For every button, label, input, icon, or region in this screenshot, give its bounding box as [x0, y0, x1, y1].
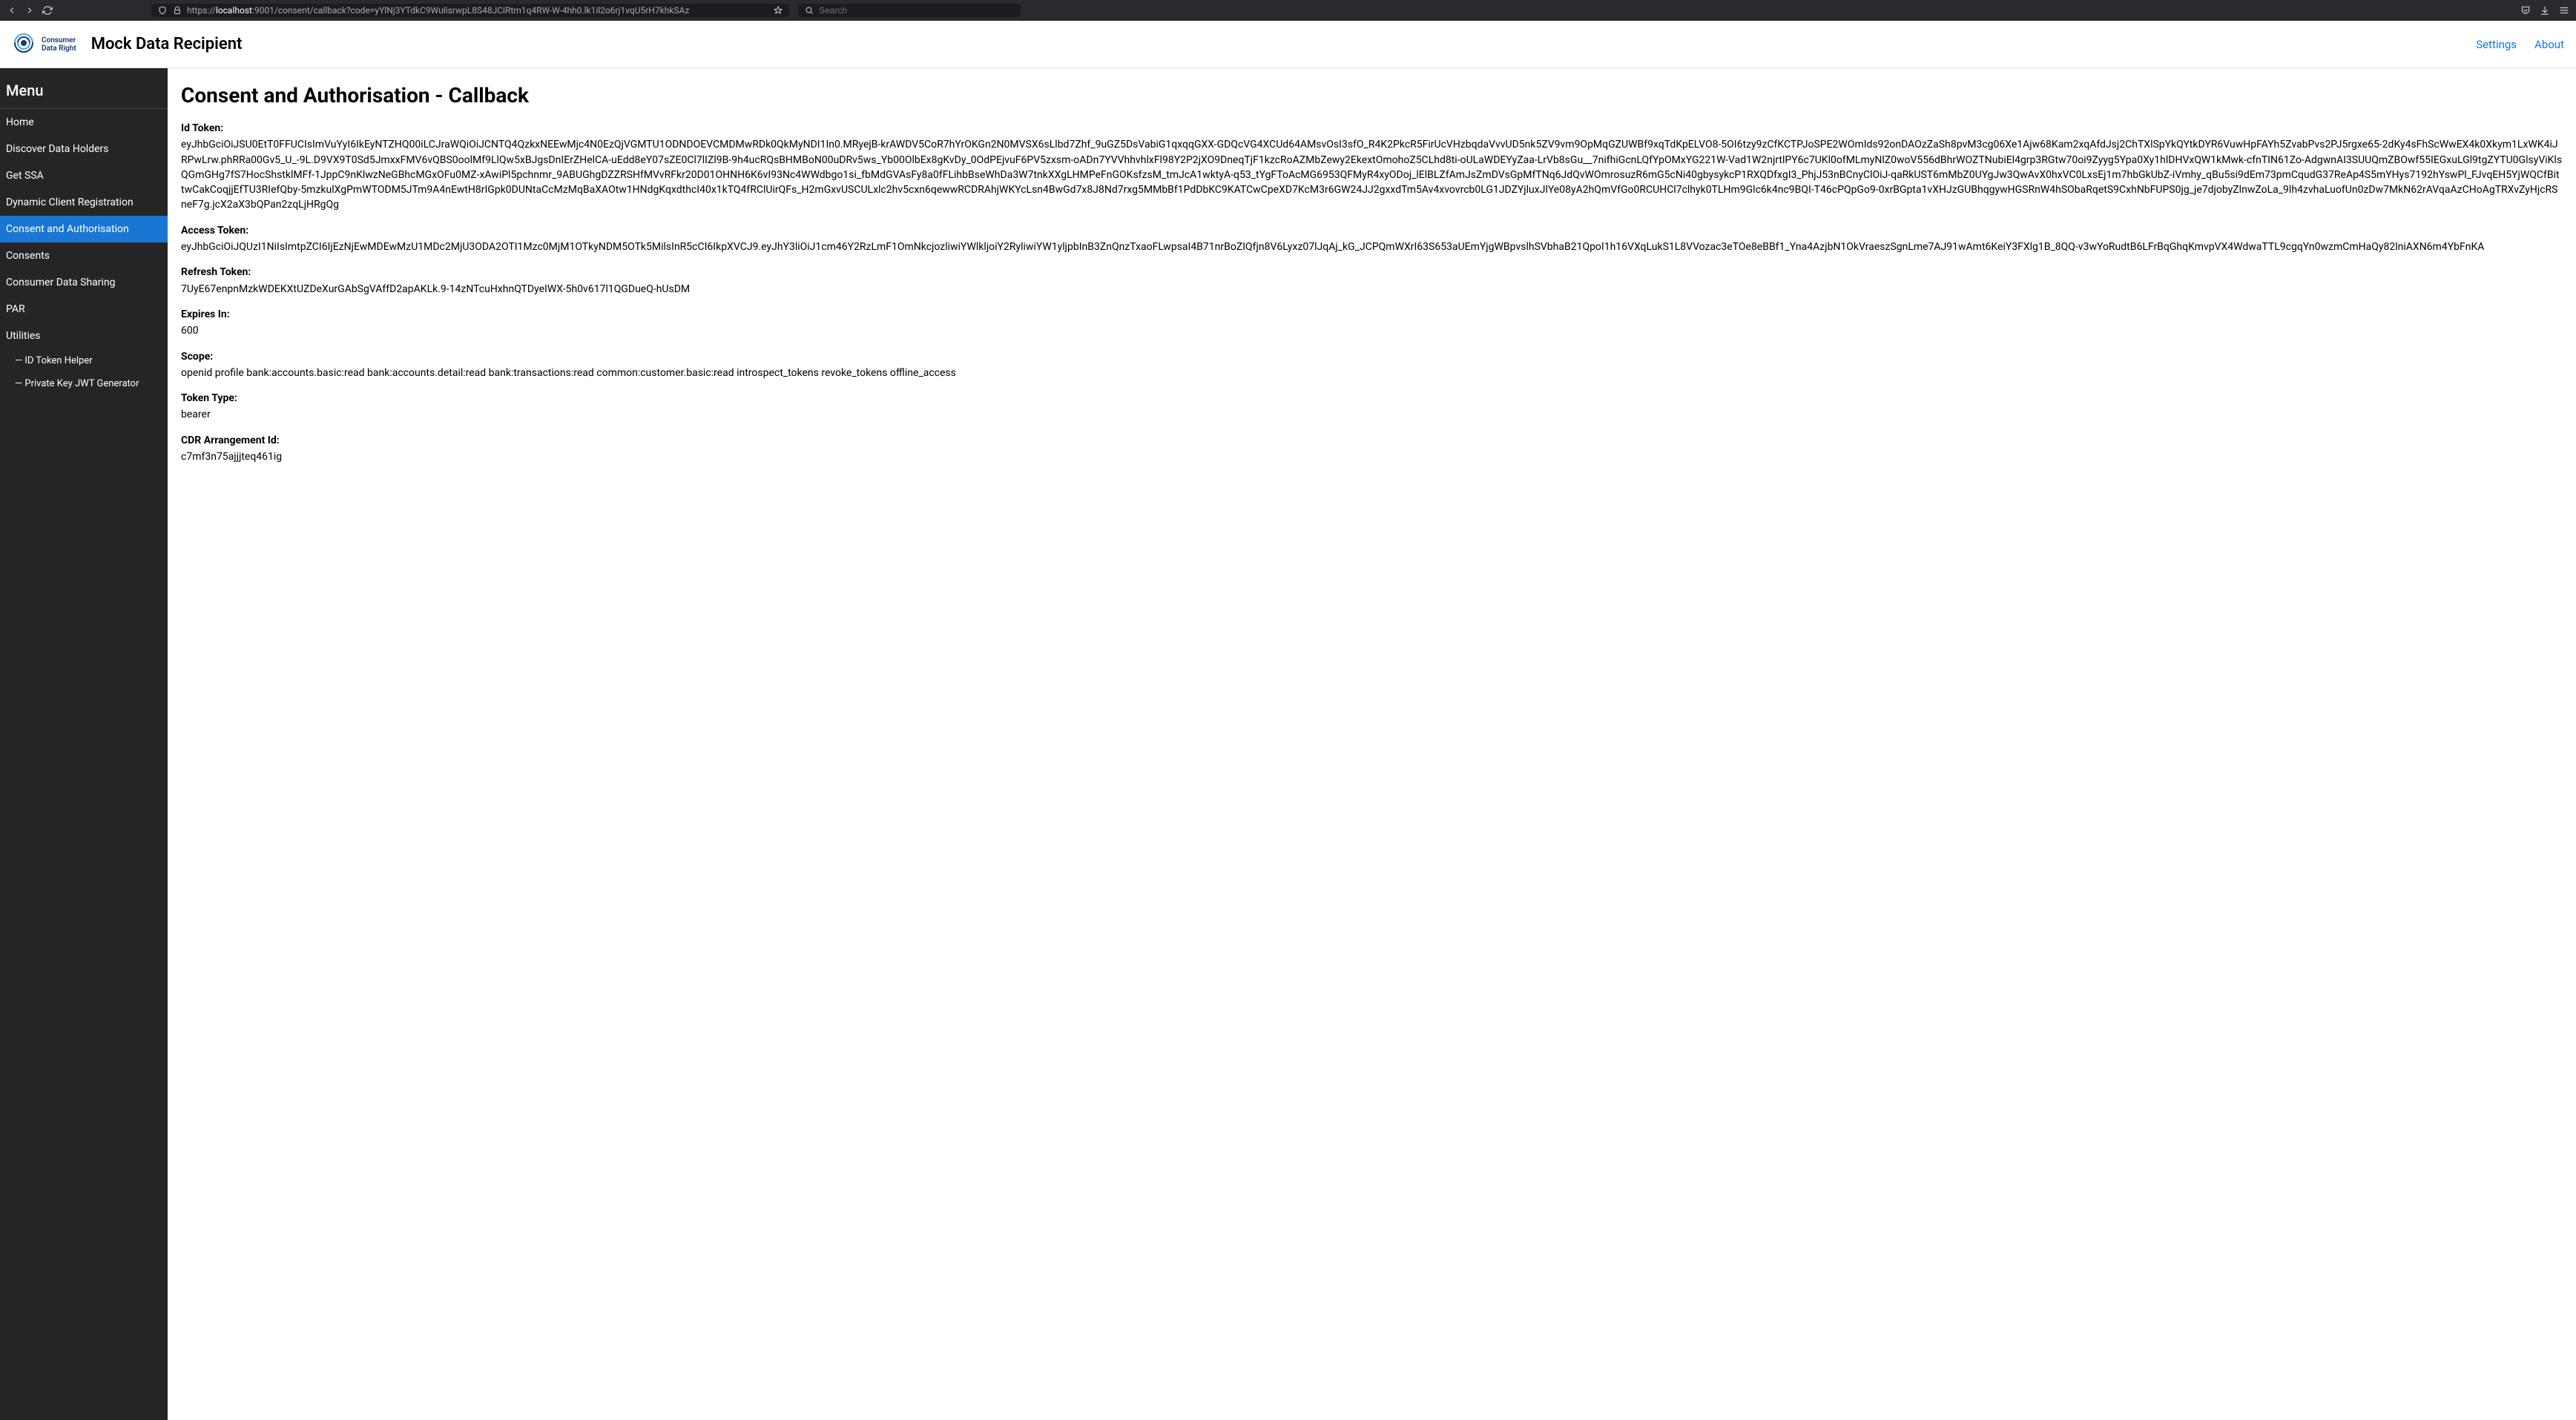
- logo-line2: Data Right: [42, 44, 76, 53]
- field-label: Expires In:: [181, 307, 2563, 322]
- field-value: c7mf3n75ajjjteq461ig: [181, 449, 2563, 464]
- url-bar[interactable]: https://localhost:9001/consent/callback?…: [151, 4, 789, 17]
- url-text: https://localhost:9001/consent/callback?…: [187, 5, 768, 16]
- field-value: eyJhbGciOiJSU0EtT0FFUCIsImVuYyI6IkEyNTZH…: [181, 137, 2563, 212]
- back-icon[interactable]: [6, 4, 18, 16]
- pocket-icon[interactable]: [2520, 4, 2531, 16]
- field-label: CDR Arrangement Id:: [181, 433, 2563, 448]
- search-icon: [804, 5, 814, 16]
- sidebar-item-consents[interactable]: Consents: [0, 242, 168, 269]
- logo-section: Consumer Data Right Mock Data Recipient: [12, 31, 242, 58]
- app-header: Consumer Data Right Mock Data Recipient …: [0, 21, 2576, 68]
- download-icon[interactable]: [2539, 4, 2551, 16]
- search-input[interactable]: [819, 5, 1015, 16]
- field-value: openid profile bank:accounts.basic:read …: [181, 366, 2563, 380]
- sidebar-item-consent-and-authorisation[interactable]: Consent and Authorisation: [0, 216, 168, 242]
- field: Refresh Token: 7UyE67enpnMzkWDEKXtUZDeXur…: [181, 265, 2563, 297]
- nav-buttons: [6, 4, 53, 16]
- shield-icon: [157, 5, 168, 16]
- sidebar-item-par[interactable]: PAR: [0, 296, 168, 323]
- hamburger-icon[interactable]: [2558, 4, 2570, 16]
- browser-right-icons: [2520, 4, 2570, 16]
- about-link[interactable]: About: [2534, 38, 2564, 51]
- field-label: Access Token:: [181, 223, 2563, 238]
- sidebar-subitem[interactable]: — ID Token Helper: [0, 349, 168, 372]
- sidebar-item-dynamic-client-registration[interactable]: Dynamic Client Registration: [0, 189, 168, 216]
- search-bar[interactable]: [798, 4, 1021, 17]
- field: Expires In:600: [181, 307, 2563, 339]
- forward-icon[interactable]: [24, 4, 36, 16]
- field-label: Refresh Token:: [181, 265, 2563, 280]
- reload-icon[interactable]: [42, 4, 53, 16]
- field-label: Token Type:: [181, 391, 2563, 406]
- field: Token Type:bearer: [181, 391, 2563, 423]
- browser-chrome: https://localhost:9001/consent/callback?…: [0, 0, 2576, 21]
- main-content: Consent and Authorisation - Callback Id …: [168, 68, 2576, 1420]
- logo-text: Consumer Data Right: [42, 36, 76, 53]
- app-title: Mock Data Recipient: [91, 35, 243, 53]
- field-label: Id Token:: [181, 121, 2563, 136]
- field-value: 7UyE67enpnMzkWDEKXtUZDeXurGAbSgVAffD2apA…: [181, 282, 2563, 297]
- field: CDR Arrangement Id:c7mf3n75ajjjteq461ig: [181, 433, 2563, 465]
- bookmark-icon[interactable]: [773, 5, 783, 16]
- page-title: Consent and Authorisation - Callback: [181, 83, 2563, 108]
- settings-link[interactable]: Settings: [2476, 38, 2517, 51]
- sidebar-menu-label: Menu: [0, 68, 168, 109]
- lock-icon: [172, 5, 182, 16]
- sidebar: Menu HomeDiscover Data HoldersGet SSADyn…: [0, 68, 168, 1420]
- sidebar-item-consumer-data-sharing[interactable]: Consumer Data Sharing: [0, 269, 168, 296]
- field: Access Token: eyJhbGciOiJQUzI1NiIsImtpZCI…: [181, 223, 2563, 255]
- header-links: Settings About: [2476, 38, 2564, 51]
- field-value: bearer: [181, 407, 2563, 422]
- sidebar-item-get-ssa[interactable]: Get SSA: [0, 162, 168, 189]
- logo-line1: Consumer: [42, 36, 76, 44]
- cdr-logo-icon: [12, 31, 36, 58]
- field: Scope: openid profile bank:accounts.basic…: [181, 349, 2563, 381]
- field-value: 600: [181, 323, 2563, 338]
- field: Id Token:eyJhbGciOiJSU0EtT0FFUCIsImVuYyI…: [181, 121, 2563, 213]
- field-value: eyJhbGciOiJQUzI1NiIsImtpZCI6IjEzNjEwMDEw…: [181, 240, 2563, 254]
- sidebar-item-home[interactable]: Home: [0, 109, 168, 136]
- sidebar-subitem[interactable]: — Private Key JWT Generator: [0, 372, 168, 395]
- app-body: Menu HomeDiscover Data HoldersGet SSADyn…: [0, 68, 2576, 1420]
- field-label: Scope:: [181, 349, 2563, 364]
- sidebar-item-utilities[interactable]: Utilities: [0, 323, 168, 349]
- sidebar-item-discover-data-holders[interactable]: Discover Data Holders: [0, 136, 168, 162]
